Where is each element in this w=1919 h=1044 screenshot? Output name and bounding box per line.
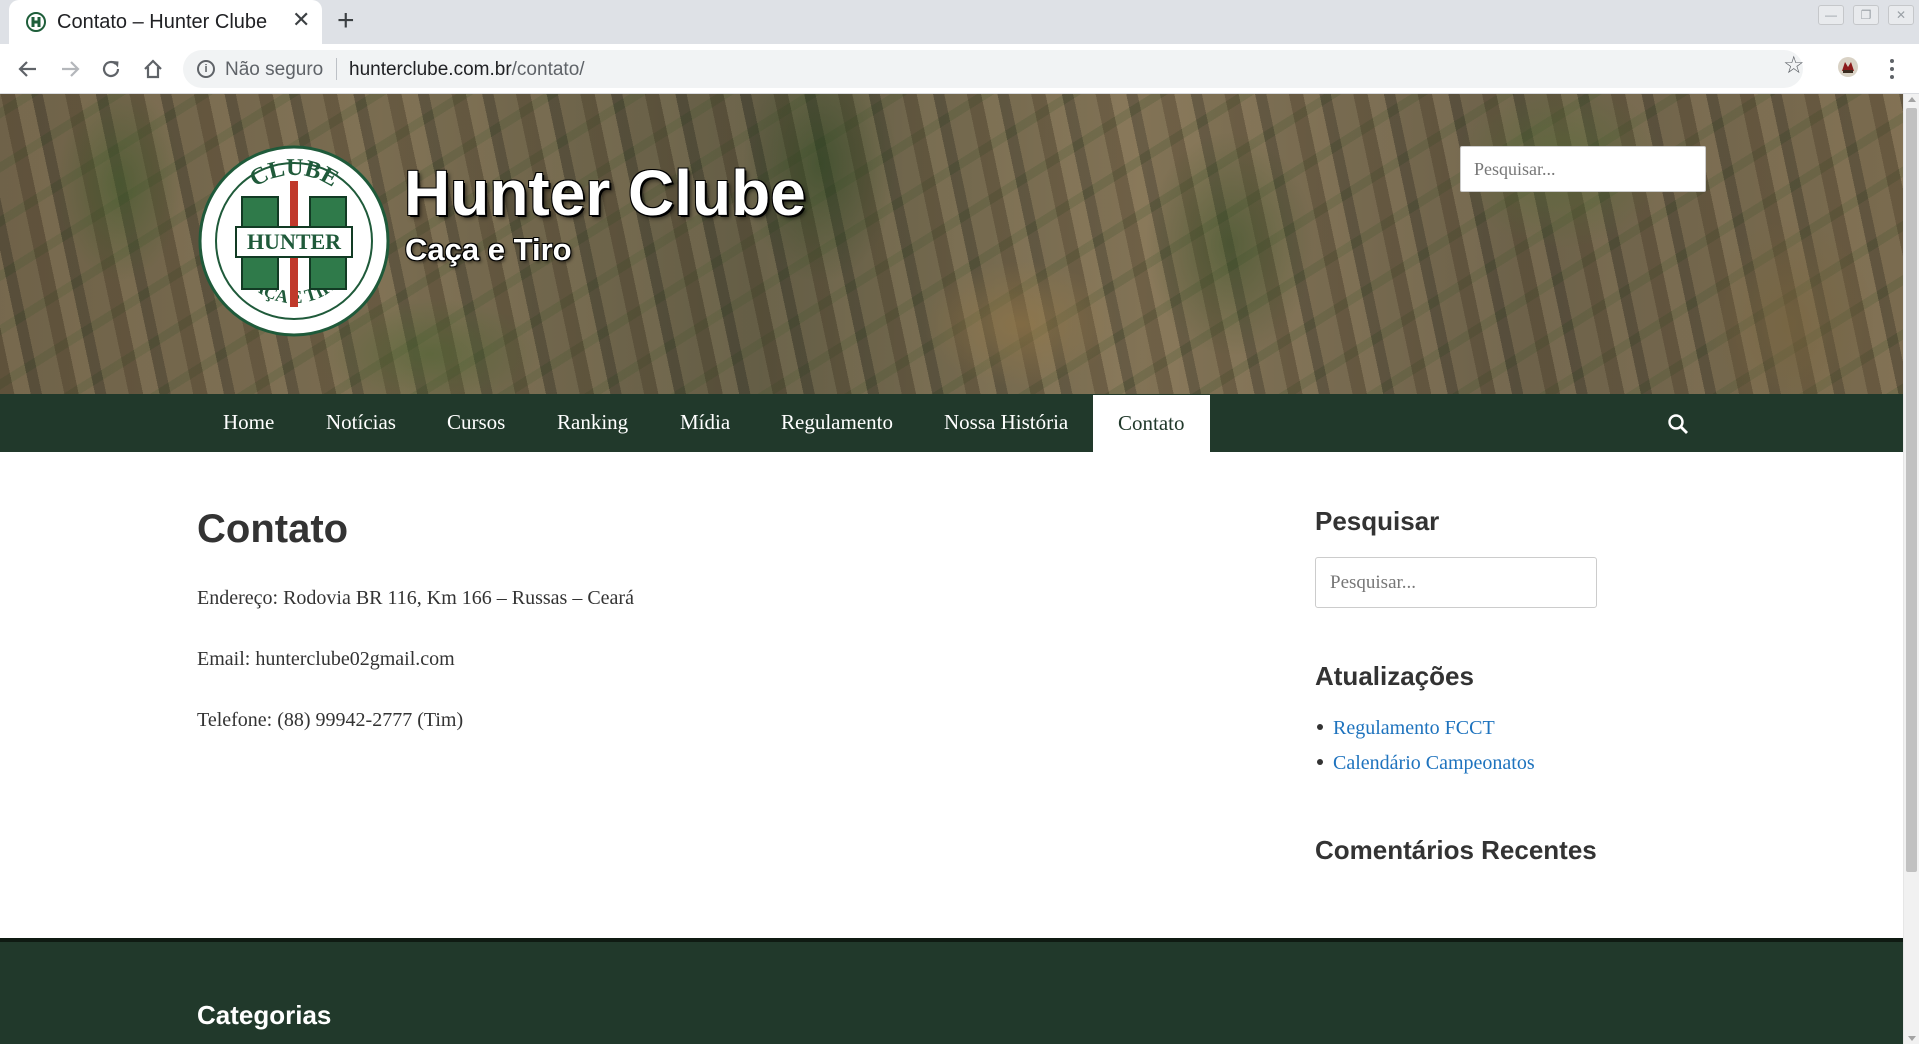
nav-item-contato[interactable]: Contato <box>1093 394 1210 452</box>
new-tab-button[interactable]: + <box>337 6 355 36</box>
footer-categories-title: Categorias <box>197 1000 332 1030</box>
minimize-window-button[interactable]: — <box>1818 5 1844 25</box>
updates-title: Atualizações <box>1315 661 1474 691</box>
tab-close-icon[interactable]: ✕ <box>292 9 310 31</box>
forward-button[interactable] <box>55 54 85 84</box>
site-tagline: Caça e Tiro <box>405 232 572 267</box>
logo-text-middle: HUNTER <box>247 229 342 254</box>
omnibox-divider <box>336 58 337 80</box>
security-status[interactable]: Não seguro <box>225 59 323 81</box>
home-icon <box>144 59 162 79</box>
browser-tab-active[interactable]: Contato – Hunter Clube ✕ <box>9 0 322 44</box>
bookmark-star-icon[interactable]: ☆ <box>1783 51 1805 80</box>
browser-toolbar: i Não seguro hunterclube.com.br/contato/… <box>0 44 1919 94</box>
update-link-regulamento[interactable]: Regulamento FCCT <box>1333 717 1495 739</box>
recent-comments-title: Comentários Recentes <box>1315 835 1597 865</box>
url-text[interactable]: hunterclube.com.br/contato/ <box>349 59 585 81</box>
restore-window-button[interactable]: ❐ <box>1853 5 1879 25</box>
header-search-input[interactable] <box>1460 146 1706 192</box>
scroll-down-icon[interactable] <box>1908 1036 1916 1041</box>
close-window-button[interactable]: ✕ <box>1888 5 1914 25</box>
scrollbar-thumb[interactable] <box>1906 108 1917 872</box>
home-button[interactable] <box>138 54 168 84</box>
nav-item-ranking[interactable]: Ranking <box>557 394 628 452</box>
back-arrow-icon <box>18 61 36 77</box>
url-host: hunterclube.com.br <box>349 59 512 80</box>
sidebar-search-input[interactable] <box>1315 557 1597 608</box>
page-scrollbar[interactable] <box>1903 94 1919 1044</box>
site-favicon-icon <box>26 12 46 32</box>
browser-menu-icon[interactable] <box>1882 54 1902 84</box>
url-path: /contato/ <box>511 59 585 80</box>
update-link-calendario[interactable]: Calendário Campeonatos <box>1333 752 1535 774</box>
site-title[interactable]: Hunter Clube <box>404 156 806 230</box>
nav-item-noticias[interactable]: Notícias <box>326 394 396 452</box>
site-footer: Categorias <box>0 938 1903 1044</box>
browser-tab-bar: Contato – Hunter Clube ✕ + — ❐ ✕ <box>0 0 1919 44</box>
reload-button[interactable] <box>96 54 126 84</box>
bullet <box>1317 724 1323 731</box>
extension-icon[interactable] <box>1836 55 1860 79</box>
main-navigation: Home Notícias Cursos Ranking Mídia Regul… <box>0 394 1903 452</box>
address-bar[interactable]: i Não seguro hunterclube.com.br/contato/ <box>183 50 1803 88</box>
hunter-clube-logo[interactable]: CLUBE CAÇA E TIRO HUNTER <box>198 145 390 337</box>
address-line: Endereço: Rodovia BR 116, Km 166 – Russa… <box>197 587 634 609</box>
nav-item-midia[interactable]: Mídia <box>680 394 730 452</box>
nav-item-nossa-historia[interactable]: Nossa História <box>944 394 1068 452</box>
sidebar-search-title: Pesquisar <box>1315 506 1440 536</box>
phone-line: Telefone: (88) 99942-2777 (Tim) <box>197 709 464 731</box>
page-title: Contato <box>197 507 349 551</box>
email-line: Email: hunterclube02gmail.com <box>197 648 455 670</box>
nav-item-regulamento[interactable]: Regulamento <box>781 394 893 452</box>
scroll-up-icon[interactable] <box>1908 97 1916 102</box>
reload-icon <box>102 60 120 78</box>
info-icon[interactable]: i <box>197 60 215 78</box>
site-header-banner: CLUBE CAÇA E TIRO HUNTER Hunter Clube Ca… <box>0 94 1903 394</box>
bullet <box>1317 759 1323 766</box>
forward-arrow-icon <box>62 61 80 77</box>
list-item: Calendário Campeonatos <box>1315 752 1535 775</box>
tab-title: Contato – Hunter Clube <box>57 11 268 33</box>
search-icon[interactable] <box>1666 412 1690 436</box>
nav-item-home[interactable]: Home <box>223 394 274 452</box>
back-button[interactable] <box>13 54 43 84</box>
nav-item-cursos[interactable]: Cursos <box>447 394 505 452</box>
list-item: Regulamento FCCT <box>1315 717 1495 740</box>
